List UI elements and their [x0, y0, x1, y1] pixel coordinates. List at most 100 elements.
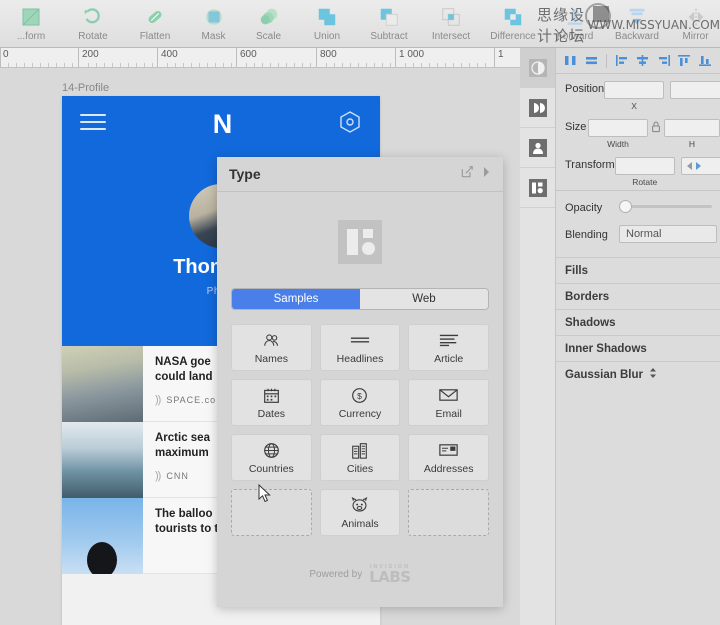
- toolbar-button-mirror[interactable]: Mirror: [668, 0, 720, 48]
- category-dates[interactable]: Dates: [231, 379, 312, 426]
- section-shadows[interactable]: Shadows: [556, 309, 720, 335]
- inspector-panel: Position X Size Width H Transform Rotate: [556, 48, 720, 625]
- align-left-icon[interactable]: [613, 53, 631, 69]
- section-gaussian-blur[interactable]: Gaussian Blur: [556, 361, 720, 387]
- category-label: Headlines: [337, 353, 384, 365]
- section-label: Gaussian Blur: [565, 369, 643, 381]
- settings-hexagon-icon[interactable]: [338, 110, 362, 139]
- contrast-icon: [529, 59, 547, 77]
- category-label: Cities: [347, 463, 373, 475]
- toolbar-button-subtract[interactable]: Subtract: [358, 0, 420, 48]
- horizontal-ruler[interactable]: 0 200 400 600 800 1 000 1: [0, 48, 520, 68]
- artboard-label[interactable]: 14-Profile: [62, 82, 109, 94]
- toolbar-button-transform[interactable]: ...form: [0, 0, 62, 48]
- category-headlines[interactable]: Headlines: [320, 324, 401, 371]
- size-height-input[interactable]: [664, 119, 720, 137]
- headlines-icon: [350, 330, 370, 350]
- category-addresses[interactable]: Addresses: [408, 434, 489, 481]
- category-currency[interactable]: $ Currency: [320, 379, 401, 426]
- inspector-row-transform: Transform Rotate: [556, 150, 720, 188]
- category-label: Addresses: [424, 463, 474, 475]
- field-sublabel: Width: [607, 139, 629, 149]
- category-animals[interactable]: Animals: [320, 489, 401, 536]
- chevron-right-icon[interactable]: [482, 165, 491, 183]
- section-label: Shadows: [565, 317, 615, 329]
- type-plugin-panel[interactable]: Type Samples Web Names: [217, 157, 503, 607]
- align-horizontal-icon[interactable]: [583, 53, 601, 69]
- invision-labs-logo: INVISION LABS: [369, 565, 410, 586]
- category-article[interactable]: Article: [408, 324, 489, 371]
- strip-item-layout[interactable]: [520, 168, 555, 208]
- section-inner-shadows[interactable]: Inner Shadows: [556, 335, 720, 361]
- align-bottom-icon[interactable]: [696, 53, 714, 69]
- design-canvas[interactable]: 14-Profile N Thomas S Photo 26 Comments …: [0, 68, 520, 625]
- strip-item-split-circle[interactable]: [520, 88, 555, 128]
- inspector-row-opacity: Opacity: [556, 193, 720, 220]
- toolbar-button-union[interactable]: Union: [296, 0, 358, 48]
- strip-item-person[interactable]: [520, 128, 555, 168]
- toolbar-button-backward[interactable]: Backward: [606, 0, 668, 48]
- field-sublabel: H: [689, 139, 695, 149]
- globe-icon: [263, 440, 280, 460]
- size-width-input[interactable]: [588, 119, 648, 137]
- backward-icon: [626, 4, 648, 30]
- toolbar-button-flatten[interactable]: Flatten: [124, 0, 186, 48]
- stepper-icon[interactable]: [649, 367, 657, 382]
- blending-mode-select[interactable]: Normal: [619, 225, 717, 243]
- edit-icon[interactable]: [460, 165, 474, 184]
- strip-item-contrast[interactable]: [520, 48, 555, 88]
- align-center-icon[interactable]: [634, 53, 652, 69]
- toolbar-button-forward[interactable]: Forward: [544, 0, 606, 48]
- animal-icon: [350, 495, 369, 515]
- tab-web[interactable]: Web: [360, 289, 488, 309]
- toolbar-label: Rotate: [78, 31, 107, 42]
- source-segmented-control[interactable]: Samples Web: [231, 288, 489, 310]
- row-label: Transform: [565, 157, 615, 171]
- section-fills[interactable]: Fills: [556, 257, 720, 283]
- align-right-icon[interactable]: [655, 53, 673, 69]
- row-label: Position: [565, 81, 604, 95]
- transform-icon: [20, 4, 42, 30]
- mask-icon: [203, 4, 225, 30]
- rotate-input[interactable]: [615, 157, 675, 175]
- rotate-wrap: Rotate: [615, 157, 675, 187]
- svg-text:$: $: [358, 390, 363, 400]
- toolbar-button-rotate[interactable]: Rotate: [62, 0, 124, 48]
- hamburger-menu-icon[interactable]: [80, 114, 106, 135]
- toolbar-label: Union: [314, 31, 340, 42]
- size-height-wrap: H: [664, 119, 720, 149]
- split-circle-icon: [529, 99, 547, 117]
- type-plugin-logo: [338, 220, 382, 264]
- align-top-icon[interactable]: [676, 53, 694, 69]
- opacity-slider[interactable]: [619, 205, 720, 208]
- alignment-toolbar: [556, 48, 720, 74]
- toolbar-button-intersect[interactable]: Intersect: [420, 0, 482, 48]
- toolbar-button-mask[interactable]: Mask: [186, 0, 241, 48]
- position-x-input[interactable]: [604, 81, 664, 99]
- mirror-icon: [685, 4, 707, 30]
- category-label: Names: [255, 353, 288, 365]
- toolbar-button-scale[interactable]: Scale: [241, 0, 296, 48]
- tab-samples[interactable]: Samples: [232, 289, 360, 309]
- section-borders[interactable]: Borders: [556, 283, 720, 309]
- news-thumbnail: [62, 498, 143, 574]
- category-countries[interactable]: Countries: [231, 434, 312, 481]
- category-cities[interactable]: Cities: [320, 434, 401, 481]
- category-email[interactable]: Email: [408, 379, 489, 426]
- flip-buttons[interactable]: [681, 157, 720, 175]
- toolbar-group-shape: ...form Rotate Flatten: [0, 0, 186, 48]
- slider-knob[interactable]: [619, 200, 632, 213]
- align-vertical-icon[interactable]: [562, 53, 580, 69]
- field-sublabel: X: [631, 101, 637, 111]
- person-icon: [529, 139, 547, 157]
- slider-track[interactable]: [619, 205, 712, 208]
- category-empty-slot[interactable]: [408, 489, 489, 536]
- category-label: Email: [436, 408, 462, 420]
- lock-proportions-icon[interactable]: [651, 121, 661, 133]
- forward-icon: [564, 4, 586, 30]
- inspector-row-size: Size Width H: [556, 112, 720, 150]
- toolbar-button-difference[interactable]: Difference: [482, 0, 544, 48]
- position-y-input[interactable]: [670, 81, 720, 99]
- category-names[interactable]: Names: [231, 324, 312, 371]
- toolbar-label: Forward: [557, 31, 594, 42]
